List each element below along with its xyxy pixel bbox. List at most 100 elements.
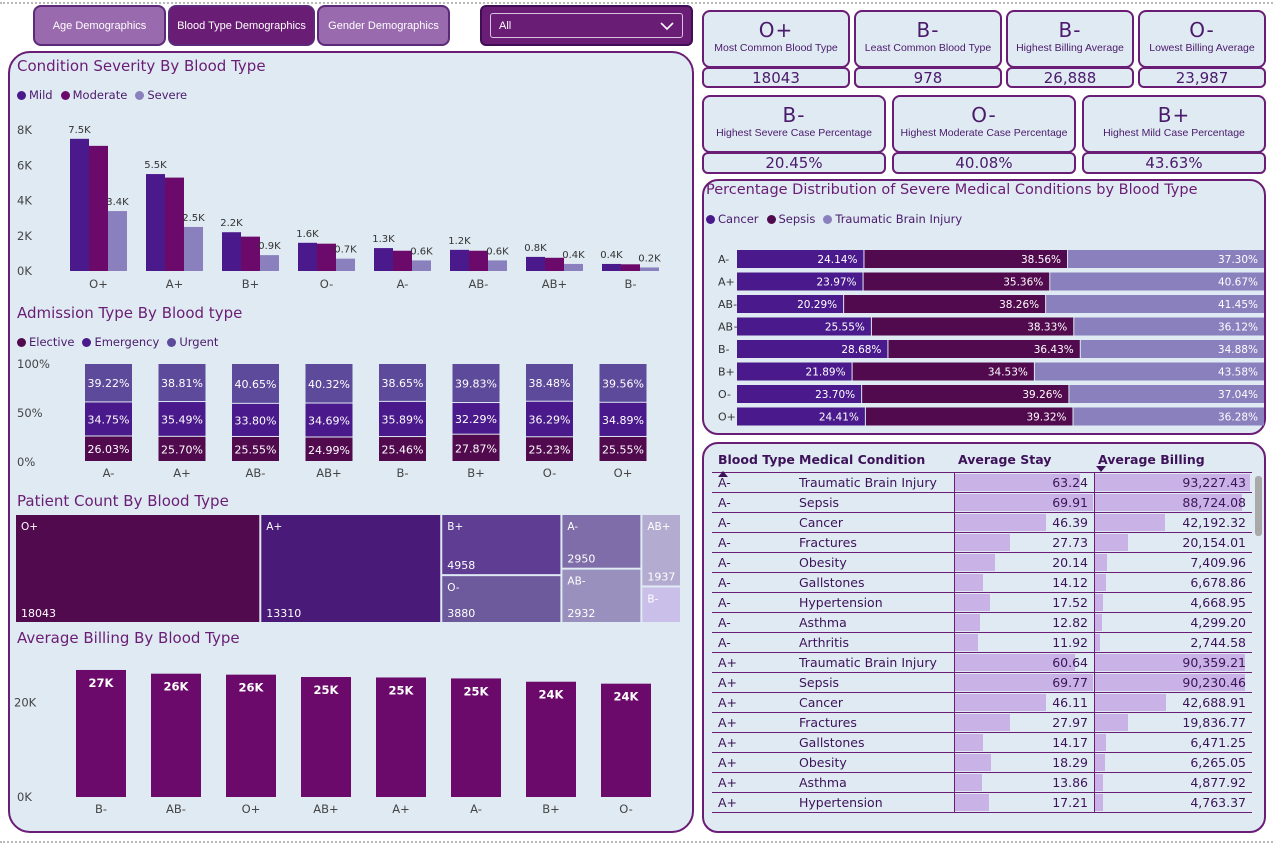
cell-average-stay: 60.64 <box>954 653 1094 672</box>
data-label: 38.56% <box>1021 254 1061 266</box>
data-label: 25.46% <box>382 444 424 457</box>
stay-value: 27.97 <box>1052 715 1088 730</box>
table-scrollbar[interactable] <box>1255 476 1262 536</box>
stay-value: 14.12 <box>1052 575 1088 590</box>
treemap-cell <box>261 515 441 622</box>
legend-item-urgent: Urgent <box>167 335 218 349</box>
treemap-value: 13310 <box>266 607 301 620</box>
kpi-label: Highest Moderate Case Percentage <box>900 127 1068 139</box>
data-label: 0.7K <box>334 245 357 256</box>
billing-data-bar <box>1095 514 1165 531</box>
x-tick-label: AB- <box>246 466 266 480</box>
data-label: 34.88% <box>1218 344 1258 356</box>
x-tick-label: O+ <box>89 277 108 291</box>
data-label: 33.80% <box>235 414 277 427</box>
billing-value: 90,359.21 <box>1182 655 1246 670</box>
cell-average-stay: 18.29 <box>954 753 1094 772</box>
stay-value: 46.11 <box>1052 695 1088 710</box>
bar-mild <box>70 138 89 271</box>
cell-blood-type: A- <box>718 475 731 490</box>
cell-average-billing: 19,836.77 <box>1094 713 1252 732</box>
legend-label: Moderate <box>72 88 128 102</box>
stay-value: 11.92 <box>1052 635 1088 650</box>
table-row[interactable]: A+ Hypertension 17.21 4,763.37 <box>712 793 1252 813</box>
table-row[interactable]: A- Hypertension 17.52 4,668.95 <box>712 593 1252 613</box>
table-row[interactable]: A- Gallstones 14.12 6,678.86 <box>712 573 1252 593</box>
kpi-value: O- <box>1189 18 1215 42</box>
billing-data-bar <box>1095 794 1103 811</box>
kpi-metric: 40.08% <box>892 152 1076 174</box>
severity-legend: Mild Moderate Severe <box>17 88 187 102</box>
table-row[interactable]: A- Fractures 27.73 20,154.01 <box>712 533 1252 553</box>
header-medical-condition[interactable]: Medical Condition <box>797 452 954 467</box>
cell-average-billing: 4,763.37 <box>1094 793 1252 812</box>
admission-legend: Elective Emergency Urgent <box>17 335 218 349</box>
data-label: 26K <box>164 680 190 694</box>
stay-value: 69.77 <box>1052 675 1088 690</box>
table-row[interactable]: A+ Obesity 18.29 6,265.05 <box>712 753 1252 773</box>
billing-value: 4,763.37 <box>1190 795 1246 810</box>
x-tick-label: O- <box>543 466 557 480</box>
table-body: A- Traumatic Brain Injury 63.24 93,227.43 A-… <box>712 473 1252 822</box>
header-average-stay[interactable]: Average Stay <box>954 447 1094 472</box>
tab-gender-demographics[interactable]: Gender Demographics <box>317 5 450 46</box>
kpi-lowest-billing: O- Lowest Billing Average <box>1138 10 1266 68</box>
legend-label: Emergency <box>94 335 160 349</box>
x-tick-label: AB- <box>469 277 489 291</box>
legend-item-sepsis: Sepsis <box>766 212 815 226</box>
table-row[interactable]: A- Sepsis 69.91 88,724.08 <box>712 493 1252 513</box>
table-row[interactable]: A+ Sepsis 69.77 90,230.46 <box>712 673 1252 693</box>
data-label: 0.4K <box>600 250 623 261</box>
stay-value: 18.29 <box>1052 755 1088 770</box>
treemap-label: A- <box>567 521 578 533</box>
cell-blood-type: A+ <box>718 775 738 790</box>
bar-moderate <box>621 264 640 271</box>
table-row[interactable]: A+ Cancer 46.11 42,688.91 <box>712 693 1252 713</box>
table-row[interactable]: A- Obesity 20.14 7,409.96 <box>712 553 1252 573</box>
x-tick-label: A- <box>103 466 115 480</box>
bar-moderate <box>317 243 336 271</box>
x-tick-label: AB- <box>166 802 186 816</box>
stay-value: 60.64 <box>1052 655 1088 670</box>
table-row[interactable]: A- Cancer 46.39 42,192.32 <box>712 513 1252 533</box>
table-row[interactable]: A+ Fractures 27.97 19,836.77 <box>712 713 1252 733</box>
table-row[interactable]: A- Asthma 12.82 4,299.20 <box>712 613 1252 633</box>
header-average-billing[interactable]: Average Billing <box>1094 447 1252 472</box>
table-row[interactable]: A+ Asthma 13.86 4,877.92 <box>712 773 1252 793</box>
data-label: 25.55% <box>235 443 277 456</box>
bar-mild <box>602 263 621 271</box>
sort-descending-icon <box>1096 466 1106 472</box>
table-row[interactable]: A+ Gallstones 14.17 6,471.25 <box>712 733 1252 753</box>
data-label: 25K <box>389 683 415 697</box>
stay-data-bar <box>955 614 980 631</box>
legend-label: Urgent <box>179 335 219 349</box>
stay-data-bar <box>955 554 995 571</box>
cell-condition: Traumatic Brain Injury <box>799 475 937 490</box>
bar-moderate <box>469 250 488 271</box>
cell-average-stay: 69.77 <box>954 673 1094 692</box>
cell-condition: Asthma <box>799 775 847 790</box>
treemap-value: 2950 <box>567 553 595 566</box>
data-label: 38.81% <box>161 377 203 390</box>
cell-condition: Fractures <box>799 715 857 730</box>
tab-age-demographics[interactable]: Age Demographics <box>33 5 166 46</box>
billing-value: 6,265.05 <box>1190 755 1246 770</box>
data-label: 36.43% <box>1034 344 1074 356</box>
header-blood-type[interactable]: Blood Type <box>712 452 797 477</box>
table-row[interactable]: A- Arthritis 11.92 2,744.58 <box>712 633 1252 653</box>
kpi-value: B+ <box>1157 103 1191 127</box>
x-tick-label: B- <box>396 466 408 480</box>
kpi-label: Most Common Blood Type <box>714 42 838 54</box>
blood-type-filter-dropdown[interactable]: All <box>480 5 693 46</box>
table-row[interactable]: A- Traumatic Brain Injury 63.24 93,227.43 <box>712 473 1252 493</box>
cell-average-billing: 42,688.91 <box>1094 693 1252 712</box>
table-row[interactable]: A+ Traumatic Brain Injury 60.64 90,359.21 <box>712 653 1252 673</box>
kpi-metric: 43.63% <box>1082 152 1266 174</box>
data-label: 23.97% <box>817 277 857 289</box>
legend-item-elective: Elective <box>17 335 74 349</box>
tab-blood-type-demographics[interactable]: Blood Type Demographics <box>168 5 315 46</box>
cell-average-stay: 46.11 <box>954 693 1094 712</box>
cell-condition: Sepsis <box>799 495 840 510</box>
treemap-label: B+ <box>447 521 463 533</box>
data-label: 24K <box>614 690 640 704</box>
